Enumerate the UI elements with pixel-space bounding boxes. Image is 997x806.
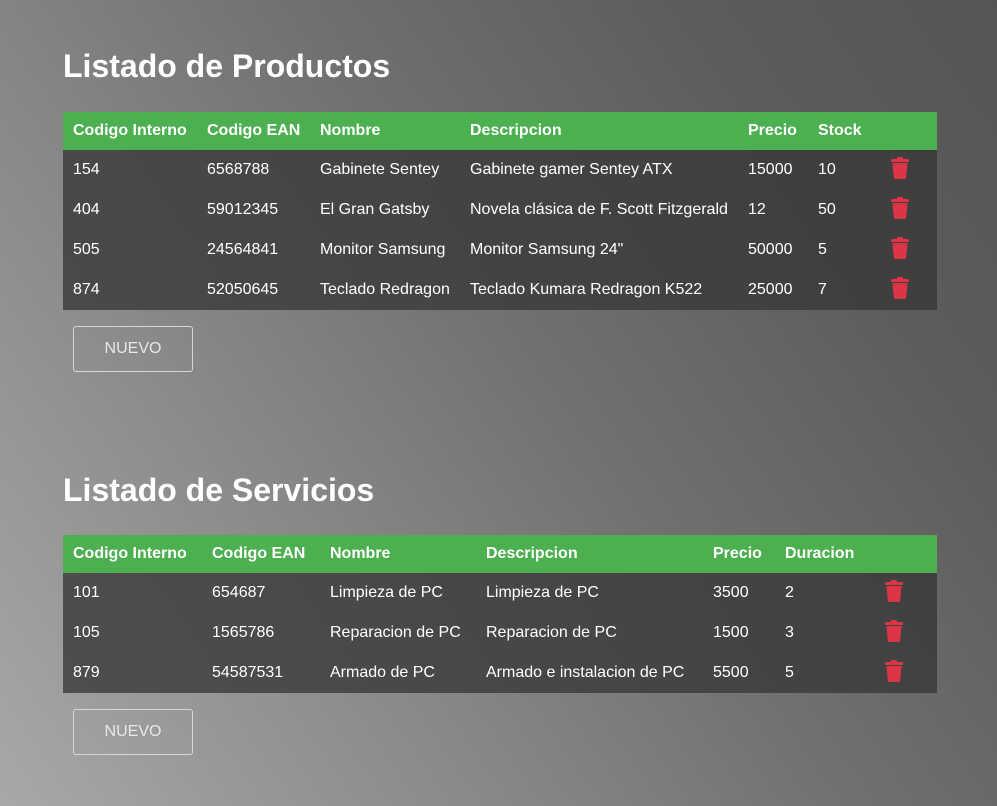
trash-icon[interactable] bbox=[890, 196, 910, 224]
cell-precio: 5500 bbox=[713, 664, 749, 681]
cell-nombre: Monitor Samsung bbox=[320, 241, 446, 258]
cell-nombre: Reparacion de PC bbox=[330, 624, 461, 641]
column-header-codigo-ean: Codigo EAN bbox=[207, 122, 301, 139]
trash-icon[interactable] bbox=[884, 659, 904, 687]
column-header-actions bbox=[880, 112, 937, 150]
table-row: 404 59012345 El Gran Gatsby Novela clási… bbox=[63, 190, 937, 230]
trash-icon[interactable] bbox=[884, 579, 904, 607]
cell-precio: 50000 bbox=[748, 241, 793, 258]
cell-codigo-ean: 24564841 bbox=[207, 241, 279, 258]
cell-precio: 3500 bbox=[713, 584, 749, 601]
cell-codigo-interno: 874 bbox=[73, 281, 100, 298]
cell-nombre: El Gran Gatsby bbox=[320, 201, 430, 218]
cell-codigo-interno: 154 bbox=[73, 161, 100, 178]
table-row: 879 54587531 Armado de PC Armado e insta… bbox=[63, 653, 937, 693]
trash-icon[interactable] bbox=[884, 619, 904, 647]
column-header-nombre: Nombre bbox=[320, 122, 381, 139]
cell-descripcion: Teclado Kumara Redragon K522 bbox=[470, 281, 703, 298]
cell-codigo-interno: 505 bbox=[73, 241, 100, 258]
products-table: Codigo Interno Codigo EAN Nombre Descrip… bbox=[63, 112, 937, 310]
table-row: 101 654687 Limpieza de PC Limpieza de PC… bbox=[63, 573, 937, 613]
cell-duracion: 5 bbox=[785, 664, 794, 681]
column-header-duracion: Duracion bbox=[785, 545, 855, 562]
products-section: Listado de Productos Codigo Interno Codi… bbox=[63, 44, 937, 372]
cell-descripcion: Gabinete gamer Sentey ATX bbox=[470, 161, 673, 178]
cell-descripcion: Limpieza de PC bbox=[486, 584, 599, 601]
cell-duracion: 2 bbox=[785, 584, 794, 601]
cell-descripcion: Monitor Samsung 24" bbox=[470, 241, 624, 258]
cell-codigo-ean: 6568788 bbox=[207, 161, 270, 178]
column-header-actions bbox=[874, 535, 937, 573]
cell-codigo-interno: 101 bbox=[73, 584, 100, 601]
column-header-codigo-interno: Codigo Interno bbox=[73, 545, 187, 562]
cell-precio: 1500 bbox=[713, 624, 749, 641]
trash-icon[interactable] bbox=[890, 276, 910, 304]
column-header-descripcion: Descripcion bbox=[470, 122, 562, 139]
cell-duracion: 3 bbox=[785, 624, 794, 641]
column-header-stock: Stock bbox=[818, 122, 862, 139]
cell-precio: 15000 bbox=[748, 161, 793, 178]
table-row: 874 52050645 Teclado Redragon Teclado Ku… bbox=[63, 270, 937, 310]
cell-descripcion: Novela clásica de F. Scott Fitzgerald bbox=[470, 201, 728, 218]
services-section: Listado de Servicios Codigo Interno Codi… bbox=[63, 468, 937, 755]
cell-nombre: Armado de PC bbox=[330, 664, 435, 681]
cell-stock: 10 bbox=[818, 161, 836, 178]
new-service-button[interactable]: NUEVO bbox=[73, 709, 193, 755]
cell-nombre: Gabinete Sentey bbox=[320, 161, 440, 178]
products-title: Listado de Productos bbox=[63, 48, 391, 84]
services-title: Listado de Servicios bbox=[63, 472, 375, 508]
services-header-row: Codigo Interno Codigo EAN Nombre Descrip… bbox=[63, 535, 937, 573]
column-header-codigo-interno: Codigo Interno bbox=[73, 122, 187, 139]
table-row: 505 24564841 Monitor Samsung Monitor Sam… bbox=[63, 230, 937, 270]
cell-codigo-ean: 52050645 bbox=[207, 281, 279, 298]
cell-stock: 50 bbox=[818, 201, 836, 218]
cell-codigo-ean: 59012345 bbox=[207, 201, 279, 218]
trash-icon[interactable] bbox=[890, 156, 910, 184]
column-header-precio: Precio bbox=[748, 122, 797, 139]
cell-descripcion: Armado e instalacion de PC bbox=[486, 664, 685, 681]
table-row: 105 1565786 Reparacion de PC Reparacion … bbox=[63, 613, 937, 653]
cell-nombre: Limpieza de PC bbox=[330, 584, 443, 601]
new-product-button[interactable]: NUEVO bbox=[73, 326, 193, 372]
products-header-row: Codigo Interno Codigo EAN Nombre Descrip… bbox=[63, 112, 937, 150]
cell-codigo-ean: 1565786 bbox=[212, 624, 275, 641]
column-header-codigo-ean: Codigo EAN bbox=[212, 545, 306, 562]
cell-descripcion: Reparacion de PC bbox=[486, 624, 617, 641]
table-row: 154 6568788 Gabinete Sentey Gabinete gam… bbox=[63, 150, 937, 190]
cell-codigo-interno: 105 bbox=[73, 624, 100, 641]
column-header-descripcion: Descripcion bbox=[486, 545, 578, 562]
cell-nombre: Teclado Redragon bbox=[320, 281, 450, 298]
trash-icon[interactable] bbox=[890, 236, 910, 264]
cell-stock: 5 bbox=[818, 241, 827, 258]
cell-codigo-ean: 654687 bbox=[212, 584, 266, 601]
cell-codigo-interno: 404 bbox=[73, 201, 100, 218]
cell-precio: 25000 bbox=[748, 281, 793, 298]
services-table: Codigo Interno Codigo EAN Nombre Descrip… bbox=[63, 535, 937, 693]
column-header-precio: Precio bbox=[713, 545, 762, 562]
cell-codigo-interno: 879 bbox=[73, 664, 100, 681]
cell-stock: 7 bbox=[818, 281, 827, 298]
cell-precio: 12 bbox=[748, 201, 766, 218]
column-header-nombre: Nombre bbox=[330, 545, 391, 562]
cell-codigo-ean: 54587531 bbox=[212, 664, 284, 681]
